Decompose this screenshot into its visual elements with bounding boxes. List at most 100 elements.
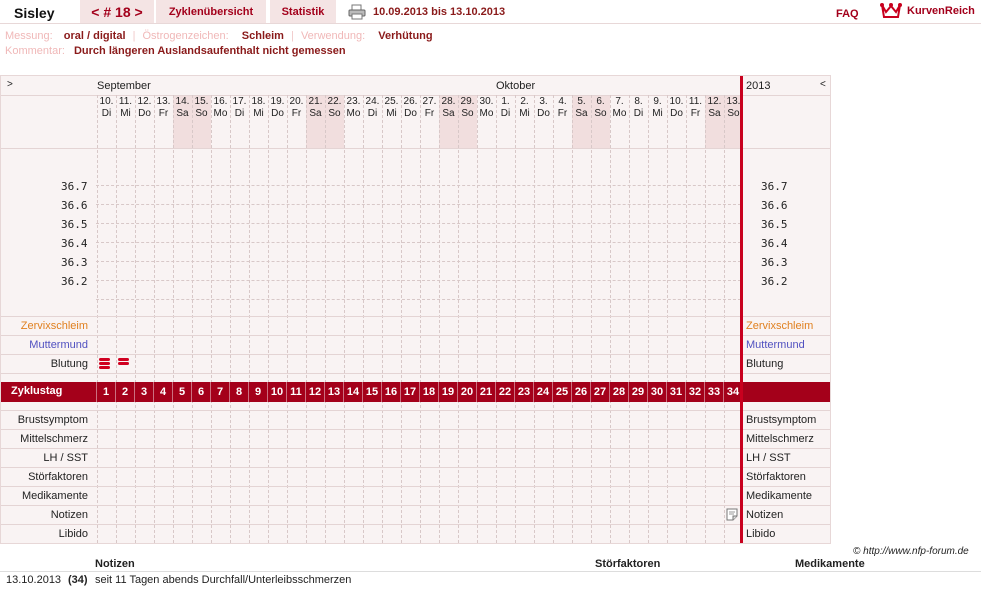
day-number: 28. <box>441 96 456 107</box>
temp-label-right: 36.4 <box>761 237 788 250</box>
day-header[interactable]: 2. Mi <box>515 96 534 120</box>
day-header[interactable]: 27. Fr <box>420 96 439 120</box>
day-number: 17. <box>232 96 247 107</box>
day-header[interactable]: 13. Fr <box>154 96 173 120</box>
cycle-day-number: 12 <box>305 382 324 402</box>
brust-label-right: Brustsymptom <box>746 414 817 426</box>
day-gridline <box>382 95 383 543</box>
cycle-day-number: 28 <box>609 382 628 402</box>
separator: | <box>291 30 294 42</box>
footer-divider <box>0 571 981 572</box>
day-header[interactable]: 25. Mi <box>382 96 401 120</box>
month-label-september: September <box>97 80 151 92</box>
copyright[interactable]: © http://www.nfp-forum.de <box>853 546 969 557</box>
tab-statistics[interactable]: Statistik <box>270 0 336 23</box>
day-header[interactable]: 26. Do <box>401 96 420 120</box>
day-header[interactable]: 12. Do <box>135 96 154 120</box>
day-gridline <box>363 95 364 543</box>
day-header[interactable]: 12. Sa <box>705 96 724 120</box>
cycle-day-number: 30 <box>647 382 666 402</box>
cycle-day-number: 18 <box>419 382 438 402</box>
weekday: Mo <box>612 108 627 119</box>
day-header[interactable]: 28. Sa <box>439 96 458 120</box>
day-header[interactable]: 30. Mo <box>477 96 496 120</box>
day-header[interactable]: 6. So <box>591 96 610 120</box>
note-icon[interactable] <box>726 508 738 521</box>
temp-label: 36.5 <box>61 218 88 231</box>
day-header[interactable]: 16. Mo <box>211 96 230 120</box>
day-gridline <box>420 95 421 543</box>
day-gridline <box>325 95 326 543</box>
nav-next-button[interactable]: < <box>820 79 826 90</box>
day-header[interactable]: 5. Sa <box>572 96 591 120</box>
temp-label-right: 36.6 <box>761 199 788 212</box>
day-header[interactable]: 10. Di <box>97 96 116 120</box>
cycle-day-number: 26 <box>571 382 590 402</box>
bleeding-mark[interactable] <box>98 357 111 371</box>
tab-cycle-overview[interactable]: Zyklenübersicht <box>156 0 266 23</box>
cycle-day-number: 27 <box>590 382 609 402</box>
day-number: 4. <box>558 96 567 107</box>
comment-line: Kommentar: Durch längeren Auslandsaufent… <box>5 45 346 57</box>
day-number: 13. <box>156 96 171 107</box>
day-header[interactable]: 17. Di <box>230 96 249 120</box>
day-gridline <box>458 95 459 543</box>
messung-label: Messung: <box>5 30 53 42</box>
faq-link[interactable]: FAQ <box>836 8 859 20</box>
day-header[interactable]: 21. Sa <box>306 96 325 120</box>
day-header[interactable]: 29. So <box>458 96 477 120</box>
medi-label: Medikamente <box>21 490 88 502</box>
day-header[interactable]: 4. Fr <box>553 96 572 120</box>
day-number: 12. <box>137 96 152 107</box>
day-header[interactable]: 18. Mi <box>249 96 268 120</box>
brust-label: Brustsymptom <box>17 414 88 426</box>
weekday: So <box>594 108 607 119</box>
day-number: 3. <box>539 96 548 107</box>
weekday: Mo <box>479 108 494 119</box>
day-header[interactable]: 23. Mo <box>344 96 363 120</box>
day-number: 11. <box>688 96 703 107</box>
day-header[interactable]: 22. So <box>325 96 344 120</box>
bleeding-mark[interactable] <box>117 357 130 367</box>
day-gridline <box>249 95 250 543</box>
day-header[interactable]: 19. Do <box>268 96 287 120</box>
cycle-day-number: 32 <box>685 382 704 402</box>
day-number: 25. <box>384 96 399 107</box>
cycle-day-number: 31 <box>666 382 685 402</box>
day-header[interactable]: 7. Mo <box>610 96 629 120</box>
day-gridline <box>648 95 649 543</box>
brand-name[interactable]: KurvenReich <box>907 5 975 17</box>
day-header[interactable]: 14. Sa <box>173 96 192 120</box>
day-header[interactable]: 11. Fr <box>686 96 705 120</box>
day-header[interactable]: 3. Do <box>534 96 553 120</box>
day-header[interactable]: 1. Di <box>496 96 515 120</box>
cycle-navigator[interactable]: < # 18 > <box>80 0 154 23</box>
weekday: Mi <box>519 108 530 119</box>
weekday: Do <box>670 108 683 119</box>
libido-label-right: Libido <box>746 528 776 540</box>
libido-label: Libido <box>58 528 88 540</box>
cycle-day-number: 24 <box>533 382 552 402</box>
day-gridline <box>515 95 516 543</box>
day-header[interactable]: 24. Di <box>363 96 382 120</box>
day-gridline <box>306 95 307 543</box>
top-bar: Sisley < # 18 > Zyklenübersicht Statisti… <box>0 0 981 24</box>
weekday: Do <box>404 108 417 119</box>
day-header[interactable]: 11. Mi <box>116 96 135 120</box>
cycle-day-number: 22 <box>495 382 514 402</box>
day-header[interactable]: 20. Fr <box>287 96 306 120</box>
stoer-label: Störfaktoren <box>28 471 88 483</box>
lh-label-right: LH / SST <box>746 452 791 464</box>
temp-label: 36.3 <box>61 256 88 269</box>
day-number: 8. <box>634 96 643 107</box>
printer-icon[interactable] <box>348 4 366 20</box>
nav-prev-button[interactable]: > <box>7 79 13 90</box>
day-header[interactable]: 15. So <box>192 96 211 120</box>
day-header[interactable]: 9. Mi <box>648 96 667 120</box>
day-gridline <box>401 95 402 543</box>
day-header[interactable]: 10. Do <box>667 96 686 120</box>
lh-label: LH / SST <box>43 452 88 464</box>
day-header[interactable]: 8. Di <box>629 96 648 120</box>
temp-label: 36.2 <box>61 275 88 288</box>
cycle-day-number: 14 <box>343 382 362 402</box>
